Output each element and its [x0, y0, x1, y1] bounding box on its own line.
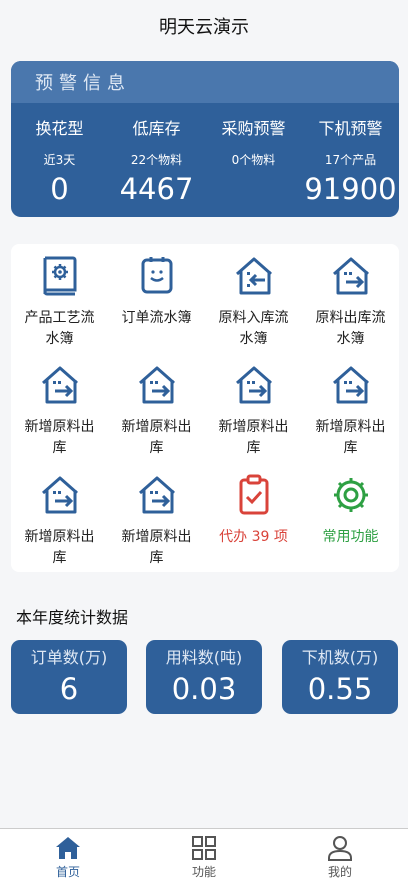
warehouse-out-icon — [138, 476, 175, 514]
warehouse-in-icon — [235, 257, 272, 295]
alert-sub: 17个产品 — [324, 153, 377, 167]
alert-value: 0 — [50, 172, 69, 206]
grid-item-new-material-out[interactable]: 新增原料出库 — [205, 353, 302, 462]
grid-item-material-in[interactable]: 原料入库流水簿 — [205, 244, 302, 353]
warehouse-out-icon — [235, 366, 272, 404]
stat-value: 6 — [59, 672, 79, 706]
alert-col-pattern-change[interactable]: 换花型 近3天 0 — [11, 103, 108, 217]
stat-card-material[interactable]: 用料数(吨) 0.03 — [146, 640, 262, 714]
alert-label: 低库存 — [132, 119, 181, 138]
grid-item-new-material-out[interactable]: 新增原料出库 — [302, 353, 399, 462]
function-grid: 产品工艺流水簿 订单流水簿 原料入库流水簿 原料出库流水簿 新增原料出库 新增原… — [11, 244, 399, 572]
alert-value: 91900 — [304, 172, 397, 206]
alert-label: 下机预警 — [318, 119, 383, 138]
page-title: 明天云演示 — [159, 17, 249, 38]
alert-col-offline[interactable]: 下机预警 17个产品 91900 — [302, 103, 399, 217]
home-icon — [56, 837, 80, 859]
alert-sub: 0个物料 — [231, 153, 276, 167]
alert-col-low-stock[interactable]: 低库存 22个物料 4467 — [108, 103, 205, 217]
tab-mine[interactable]: 我的 — [272, 829, 408, 884]
grid-item-new-material-out[interactable]: 新增原料出库 — [11, 353, 108, 462]
grid-item-new-material-out[interactable]: 新增原料出库 — [108, 353, 205, 462]
grid-item-label: 新增原料出库 — [121, 419, 192, 457]
grid-item-label: 新增原料出库 — [121, 528, 192, 566]
grid-item-new-material-out[interactable]: 新增原料出库 — [11, 463, 108, 572]
grid-item-label: 产品工艺流水簿 — [24, 310, 95, 347]
stats-title: 本年度统计数据 — [16, 608, 129, 627]
grid-item-label: 常用功能 — [322, 528, 379, 545]
grid-item-label: 新增原料出库 — [24, 419, 95, 457]
grid-item-label: 原料出库流水簿 — [315, 310, 386, 347]
grid-item-new-material-out[interactable]: 新增原料出库 — [108, 463, 205, 572]
warehouse-out-icon — [138, 366, 175, 404]
stat-label: 用料数(吨) — [165, 648, 243, 667]
alert-title: 预警信息 — [11, 61, 399, 103]
grid-item-label: 原料入库流水簿 — [218, 310, 289, 347]
warehouse-out-icon — [41, 476, 78, 514]
grid-item-label: 新增原料出库 — [218, 419, 289, 457]
grid-item-label: 订单流水簿 — [121, 310, 192, 326]
tab-functions[interactable]: 功能 — [136, 829, 272, 884]
alert-value: 4467 — [119, 172, 194, 206]
grid-item-material-out[interactable]: 原料出库流水簿 — [302, 244, 399, 353]
alert-col-purchase[interactable]: 采购预警 0个物料 — [205, 103, 302, 217]
alert-label: 采购预警 — [221, 119, 286, 138]
grid-item-todo[interactable]: 代办 39 项 — [205, 463, 302, 572]
gear-icon — [333, 477, 368, 512]
clipboard-check-icon — [239, 474, 268, 515]
stat-value: 0.03 — [171, 672, 237, 706]
warehouse-out-icon — [41, 366, 78, 404]
stat-card-orders[interactable]: 订单数(万) 6 — [11, 640, 127, 714]
alert-card: 预警信息 换花型 近3天 0 低库存 22个物料 4467 采购预警 0个物料 … — [11, 61, 399, 217]
grid-item-order-flow[interactable]: 订单流水簿 — [108, 244, 205, 353]
tab-label: 首页 — [55, 865, 80, 879]
grid-item-label: 代办 39 项 — [219, 528, 288, 545]
stat-card-offline[interactable]: 下机数(万) 0.55 — [282, 640, 398, 714]
tab-label: 功能 — [191, 865, 216, 879]
grid-icon — [192, 836, 216, 860]
tab-home[interactable]: 首页 — [0, 829, 136, 884]
warehouse-out-icon — [332, 366, 369, 404]
grid-item-common-functions[interactable]: 常用功能 — [302, 463, 399, 572]
tablet-face-icon — [141, 257, 172, 294]
stat-label: 订单数(万) — [30, 648, 108, 667]
gear-book-icon — [43, 256, 76, 296]
user-icon — [328, 836, 352, 861]
warehouse-out-icon — [332, 257, 369, 295]
stat-value: 0.55 — [307, 672, 373, 706]
alert-sub: 22个物料 — [130, 153, 183, 167]
grid-item-product-process[interactable]: 产品工艺流水簿 — [11, 244, 108, 353]
bottom-tab-bar: 首页 功能 我的 — [0, 828, 408, 884]
stat-label: 下机数(万) — [301, 648, 379, 667]
tab-label: 我的 — [327, 865, 352, 879]
alert-label: 换花型 — [35, 119, 84, 138]
grid-item-label: 新增原料出库 — [315, 419, 386, 457]
grid-item-label: 新增原料出库 — [24, 528, 95, 566]
alert-sub: 近3天 — [43, 153, 76, 167]
